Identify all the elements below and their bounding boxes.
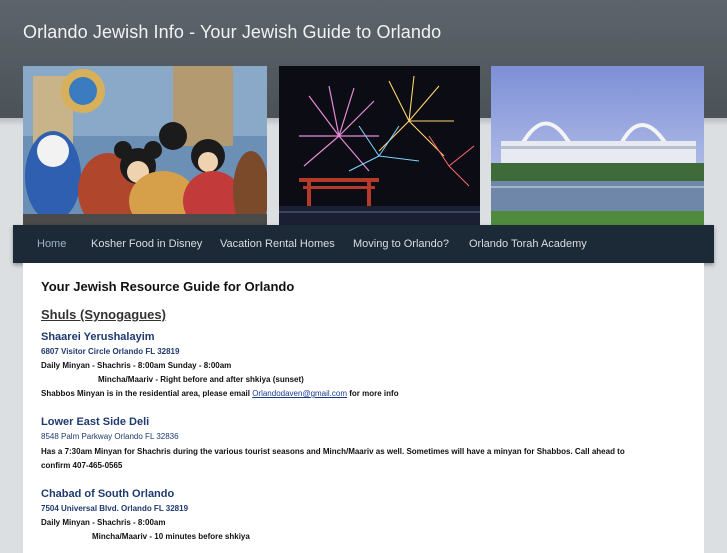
banner-image-disney [23, 66, 267, 225]
shabbos-info-suffix: for more info [347, 389, 399, 398]
shul-name: Lower East Side Deli [41, 416, 150, 428]
email-link[interactable]: Orlandodaven@gmail.com [252, 389, 347, 398]
banner-image-fireworks [279, 66, 480, 225]
section-heading-shuls: Shuls (Synogagues) [41, 307, 166, 322]
nav-item-moving-to-orlando[interactable]: Moving to Orlando? [353, 225, 449, 263]
shul-address: 7504 Universal Blvd. Orlando FL 32819 [41, 504, 189, 513]
shul-name: Shaarei Yerushalayim [41, 331, 155, 343]
nav-item-orlando-torah-academy[interactable]: Orlando Torah Academy [469, 225, 587, 263]
shul-schedule-line: Mincha/Maariv - 10 minutes before shkiya [92, 532, 250, 541]
shul-name: Chabad of South Orlando [41, 488, 175, 500]
nav-item-kosher-food-in-disney[interactable]: Kosher Food in Disney [91, 225, 202, 263]
shul-address: 8548 Palm Parkway Orlando FL 32836 [41, 432, 179, 441]
nav-item-vacation-rental-homes[interactable]: Vacation Rental Homes [220, 225, 335, 263]
shul-address: 6807 Visitor Circle Orlando FL 32819 [41, 347, 180, 356]
main-content: Your Jewish Resource Guide for Orlando S… [23, 263, 704, 553]
shul-shabbos-info: Shabbos Minyan is in the residential are… [41, 389, 399, 398]
shabbos-info-text: Shabbos Minyan is in the residential are… [41, 389, 253, 398]
banner-image-convention-center [491, 66, 704, 225]
page-title: Your Jewish Resource Guide for Orlando [41, 279, 295, 294]
site-title[interactable]: Orlando Jewish Info - Your Jewish Guide … [23, 22, 441, 43]
shul-schedule-line: Has a 7:30am Minyan for Shachris during … [41, 447, 625, 456]
shul-schedule-line: confirm 407-465-0565 [41, 461, 123, 470]
nav-item-home[interactable]: Home [37, 225, 66, 263]
main-nav: Home Kosher Food in Disney Vacation Rent… [13, 225, 714, 263]
shul-schedule-line: Daily Minyan - Shachris - 8:00am Sunday … [41, 361, 232, 370]
shul-schedule-line: Daily Minyan - Shachris - 8:00am [41, 518, 166, 527]
shul-schedule-line: Mincha/Maariv - Right before and after s… [98, 375, 304, 384]
